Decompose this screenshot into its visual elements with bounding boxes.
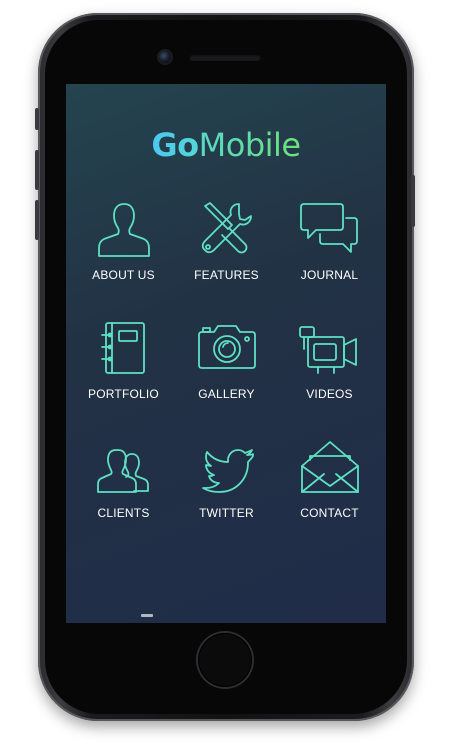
earpiece-speaker xyxy=(189,54,261,61)
front-camera xyxy=(159,51,171,63)
people-icon xyxy=(92,436,156,500)
home-button[interactable] xyxy=(198,633,252,687)
menu-item-gallery[interactable]: GALLERY xyxy=(175,317,278,436)
menu-item-label: CLIENTS xyxy=(97,506,150,520)
menu-item-label: VIDEOS xyxy=(306,387,353,401)
menu-item-contact[interactable]: CONTACT xyxy=(278,436,381,555)
menu-item-journal[interactable]: JOURNAL xyxy=(278,198,381,317)
app-logo: GoMobile xyxy=(66,126,386,164)
menu-item-clients[interactable]: CLIENTS xyxy=(72,436,175,555)
menu-item-about-us[interactable]: ABOUT US xyxy=(72,198,175,317)
mute-switch xyxy=(35,108,39,130)
menu-grid: ABOUT US FEATURES JOURNAL PORTFOLIO GALL… xyxy=(72,198,381,555)
notebook-icon xyxy=(92,317,156,381)
chat-bubbles-icon xyxy=(298,198,362,262)
menu-item-label: GALLERY xyxy=(198,387,255,401)
menu-item-label: JOURNAL xyxy=(300,268,359,282)
logo-mobile: Mobile xyxy=(198,126,301,164)
menu-item-twitter[interactable]: TWITTER xyxy=(175,436,278,555)
volume-up-button xyxy=(35,150,39,190)
menu-item-label: PORTFOLIO xyxy=(88,387,159,401)
page-indicator xyxy=(141,614,153,617)
menu-item-label: TWITTER xyxy=(199,506,254,520)
power-button xyxy=(411,175,415,227)
person-icon xyxy=(92,198,156,262)
menu-item-videos[interactable]: VIDEOS xyxy=(278,317,381,436)
bird-icon xyxy=(195,436,259,500)
envelope-icon xyxy=(298,436,362,500)
volume-down-button xyxy=(35,200,39,240)
menu-item-features[interactable]: FEATURES xyxy=(175,198,278,317)
menu-item-label: CONTACT xyxy=(300,506,359,520)
video-camera-icon xyxy=(298,317,362,381)
logo-go: Go xyxy=(151,126,199,164)
menu-item-label: ABOUT US xyxy=(92,268,155,282)
menu-item-portfolio[interactable]: PORTFOLIO xyxy=(72,317,175,436)
tools-icon xyxy=(195,198,259,262)
menu-item-label: FEATURES xyxy=(194,268,259,282)
camera-icon xyxy=(195,317,259,381)
app-screen: GoMobile ABOUT US FEATURES JOURNAL PORTF… xyxy=(66,84,386,623)
